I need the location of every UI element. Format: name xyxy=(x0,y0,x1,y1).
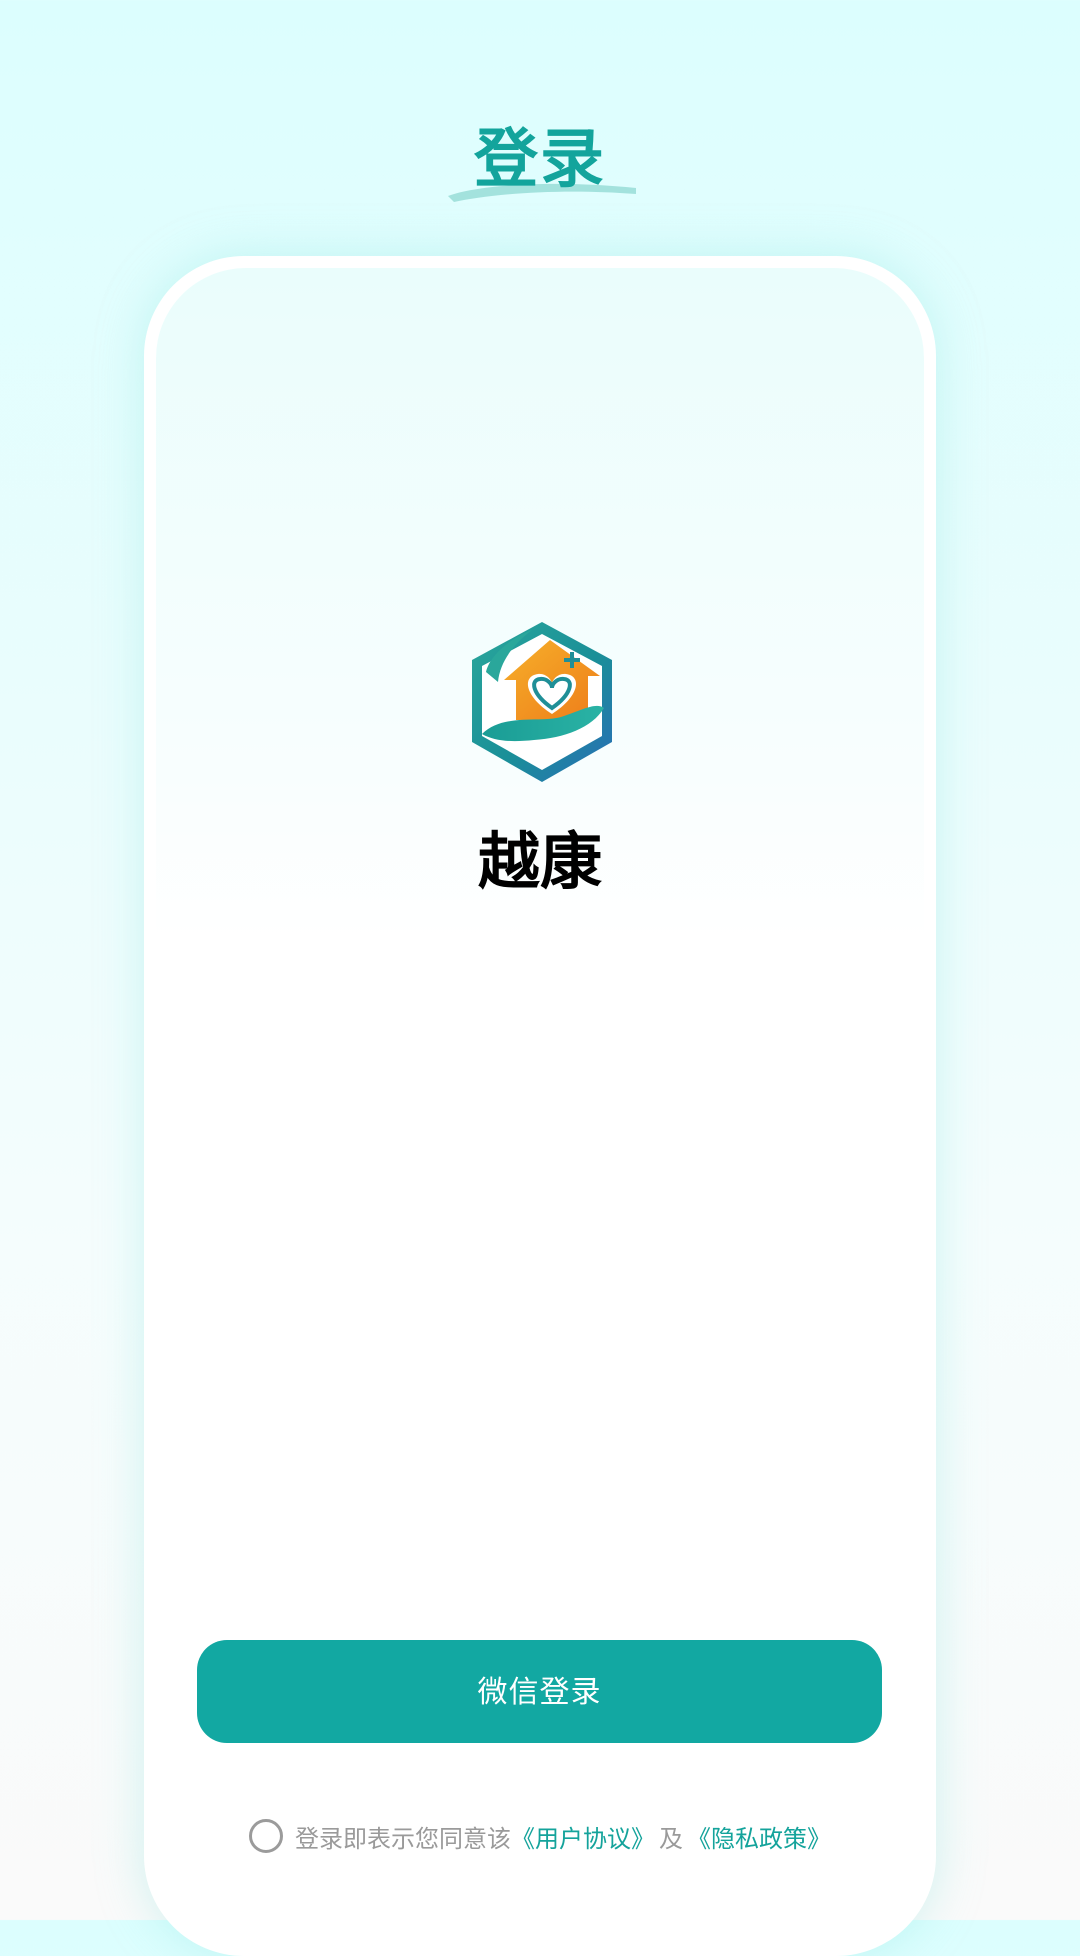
house-heart-hand-logo-icon xyxy=(472,622,612,782)
privacy-policy-link[interactable]: 《隐私政策》 xyxy=(687,1819,831,1854)
wechat-login-button[interactable]: 微信登录 xyxy=(197,1640,882,1743)
agreement-row: 登录即表示您同意该 《用户协议》 及 《隐私政策》 xyxy=(0,1812,1080,1860)
page-header: 登录 xyxy=(0,110,1080,230)
brand-name: 越康 xyxy=(477,825,602,898)
agreement-connector: 及 xyxy=(659,1824,683,1853)
user-agreement-link[interactable]: 《用户协议》 xyxy=(511,1819,655,1854)
agree-radio-button[interactable] xyxy=(249,1819,283,1853)
agreement-prefix: 登录即表示您同意该 xyxy=(295,1824,511,1853)
page-title: 登录 xyxy=(474,123,606,197)
